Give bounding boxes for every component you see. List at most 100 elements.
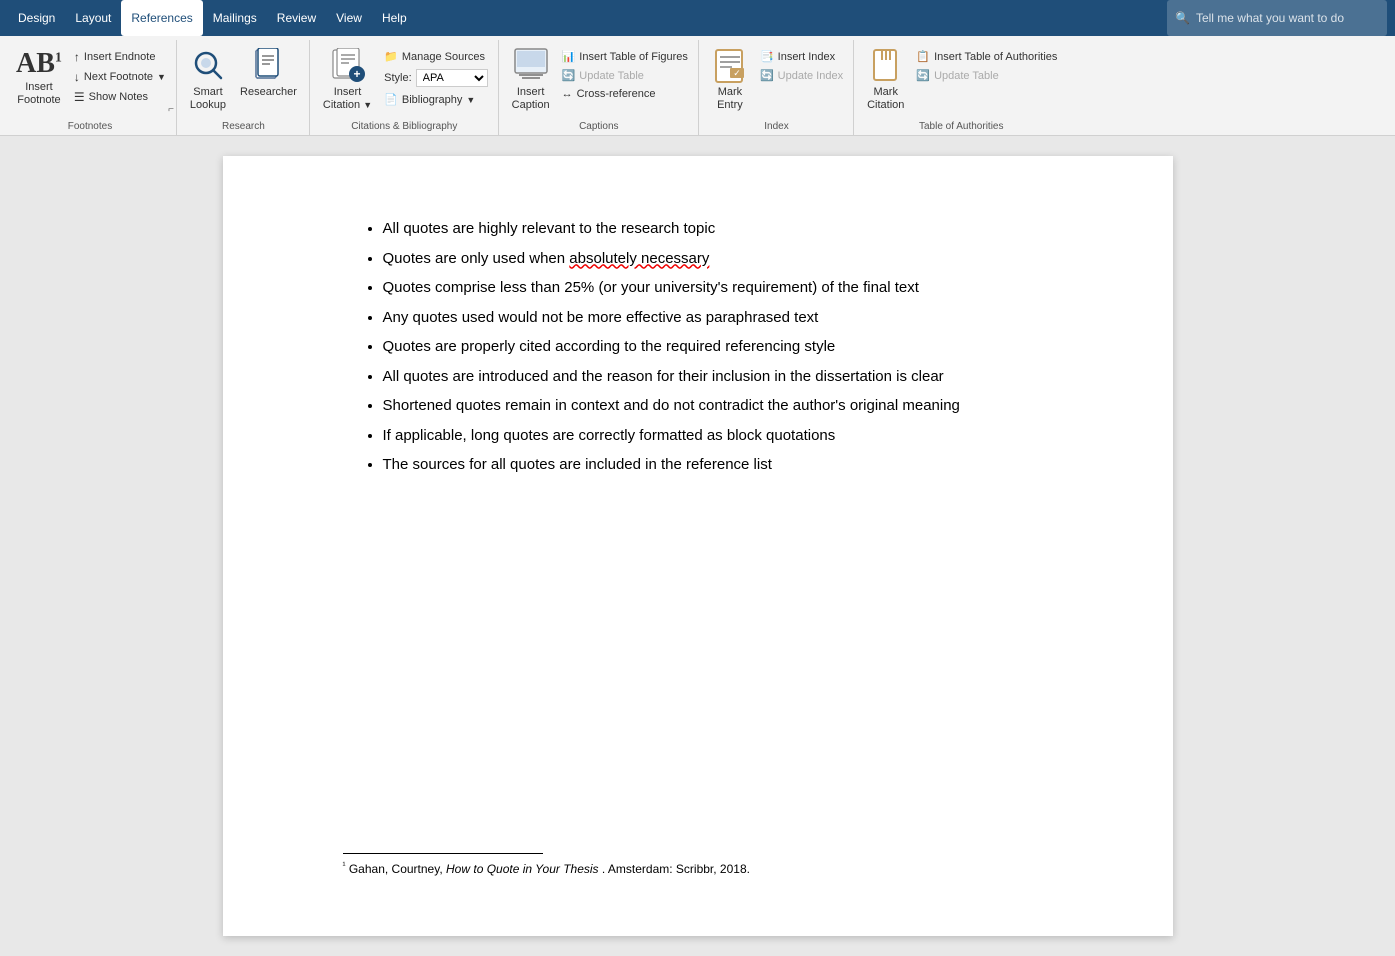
manage-sources-label: Manage Sources — [402, 51, 485, 63]
update-index-icon: 🔄 — [760, 69, 774, 82]
footnote-area: ¹ Gahan, Courtney, How to Quote in Your … — [343, 853, 1093, 876]
insert-endnote-label: Insert Endnote — [84, 51, 156, 63]
footnote-number: ¹ — [343, 860, 346, 870]
footnote-author: Gahan, Courtney, — [349, 862, 446, 876]
update-table-captions-icon: 🔄 — [562, 69, 576, 82]
list-item: Quotes are only used when absolutely nec… — [383, 246, 1093, 272]
research-buttons: SmartLookup Researcher — [184, 42, 303, 119]
next-footnote-button[interactable]: ↓ Next Footnote ▼ — [70, 68, 170, 86]
captions-buttons: InsertCaption 📊 Insert Table of Figures … — [506, 42, 692, 119]
cross-reference-icon: ↔ — [562, 88, 573, 100]
style-selector[interactable]: Style: APA MLA Chicago — [380, 67, 492, 89]
captions-group-label: Captions — [506, 119, 692, 135]
show-notes-icon: ☰ — [74, 90, 85, 104]
manage-sources-icon: 📁 — [384, 50, 398, 63]
menu-review[interactable]: Review — [267, 0, 326, 36]
ribbon-group-research: SmartLookup Researcher Research — [178, 40, 310, 135]
insert-citation-icon: + — [330, 46, 366, 86]
captions-small-col: 📊 Insert Table of Figures 🔄 Update Table… — [558, 42, 692, 102]
bullet-list: All quotes are highly relevant to the re… — [343, 216, 1093, 478]
document-page: All quotes are highly relevant to the re… — [223, 156, 1173, 936]
footnote-text: ¹ Gahan, Courtney, How to Quote in Your … — [343, 860, 1093, 876]
mark-citation-button[interactable]: MarkCitation — [861, 42, 910, 116]
update-table-authorities-label: Update Table — [934, 70, 999, 82]
footnote-small-buttons: ↑ Insert Endnote ↓ Next Footnote ▼ ☰ Sho… — [70, 42, 170, 106]
svg-text:+: + — [353, 67, 360, 81]
show-notes-button[interactable]: ☰ Show Notes — [70, 88, 170, 106]
menu-references[interactable]: References — [121, 0, 202, 36]
manage-sources-button[interactable]: 📁 Manage Sources — [380, 48, 492, 65]
update-index-button: 🔄 Update Index — [756, 67, 847, 84]
smart-lookup-button[interactable]: SmartLookup — [184, 42, 232, 116]
index-group-label: Index — [706, 119, 847, 135]
insert-footnote-button[interactable]: AB1 InsertFootnote — [10, 42, 68, 111]
insert-table-of-figures-button[interactable]: 📊 Insert Table of Figures — [558, 48, 692, 65]
insert-endnote-button[interactable]: ↑ Insert Endnote — [70, 48, 170, 66]
footnote-rest: . Amsterdam: Scribbr, 2018. — [602, 862, 750, 876]
insert-table-of-authorities-button[interactable]: 📋 Insert Table of Authorities — [912, 48, 1061, 65]
list-item: The sources for all quotes are included … — [383, 452, 1093, 478]
mark-entry-label: MarkEntry — [717, 86, 743, 112]
document-area: All quotes are highly relevant to the re… — [0, 136, 1395, 956]
update-index-label: Update Index — [778, 70, 843, 82]
smart-lookup-label: SmartLookup — [190, 86, 226, 112]
update-table-captions-button: 🔄 Update Table — [558, 67, 692, 84]
insert-caption-button[interactable]: InsertCaption — [506, 42, 556, 116]
list-item: Any quotes used would not be more effect… — [383, 305, 1093, 331]
footnotes-expand-button[interactable]: ⌐ — [168, 104, 174, 115]
style-label: Style: — [384, 72, 412, 84]
ribbon: AB1 InsertFootnote ↑ Insert Endnote ↓ Ne… — [0, 36, 1395, 136]
insert-table-of-figures-icon: 📊 — [562, 50, 576, 63]
bibliography-icon: 📄 — [384, 93, 398, 106]
search-bar[interactable]: 🔍 Tell me what you want to do — [1167, 0, 1387, 36]
menu-bar: Design Layout References Mailings Review… — [0, 0, 1395, 36]
authorities-buttons: MarkCitation 📋 Insert Table of Authoriti… — [861, 42, 1061, 119]
ribbon-group-footnotes: AB1 InsertFootnote ↑ Insert Endnote ↓ Ne… — [4, 40, 177, 135]
insert-table-of-figures-label: Insert Table of Figures — [579, 51, 688, 63]
search-icon: 🔍 — [1175, 11, 1190, 25]
insert-footnote-label: InsertFootnote — [17, 81, 60, 107]
insert-index-button[interactable]: 📑 Insert Index — [756, 48, 847, 65]
update-table-authorities-icon: 🔄 — [916, 69, 930, 82]
show-notes-label: Show Notes — [89, 91, 148, 103]
mark-entry-icon: ✓ — [712, 46, 748, 86]
update-table-authorities-button: 🔄 Update Table — [912, 67, 1061, 84]
list-item: If applicable, long quotes are correctly… — [383, 423, 1093, 449]
authorities-small-col: 📋 Insert Table of Authorities 🔄 Update T… — [912, 42, 1061, 84]
mark-entry-button[interactable]: ✓ MarkEntry — [706, 42, 754, 116]
bibliography-button[interactable]: 📄 Bibliography ▼ — [380, 91, 492, 108]
menu-layout[interactable]: Layout — [65, 0, 121, 36]
footnotes-group-label: Footnotes — [10, 119, 170, 135]
insert-citation-label: InsertCitation ▼ — [323, 86, 372, 112]
menu-view[interactable]: View — [326, 0, 372, 36]
underline-text: absolutely necessary — [569, 250, 709, 267]
insert-index-icon: 📑 — [760, 50, 774, 63]
researcher-icon — [250, 46, 286, 86]
footnote-title: How to Quote in Your Thesis — [446, 862, 599, 876]
ribbon-group-index: ✓ MarkEntry 📑 Insert Index 🔄 Update Inde… — [700, 40, 854, 135]
menu-design[interactable]: Design — [8, 0, 65, 36]
next-footnote-dropdown-icon: ▼ — [157, 72, 166, 82]
citations-group-label: Citations & Bibliography — [317, 119, 492, 135]
mark-citation-label: MarkCitation — [867, 86, 904, 112]
insert-citation-button[interactable]: + InsertCitation ▼ — [317, 42, 378, 116]
style-select[interactable]: APA MLA Chicago — [416, 69, 488, 87]
researcher-button[interactable]: Researcher — [234, 42, 303, 103]
bibliography-label: Bibliography — [402, 94, 463, 106]
next-footnote-icon: ↓ — [74, 70, 80, 84]
menu-help[interactable]: Help — [372, 0, 417, 36]
list-item: All quotes are introduced and the reason… — [383, 364, 1093, 390]
footnotes-buttons: AB1 InsertFootnote ↑ Insert Endnote ↓ Ne… — [10, 42, 170, 119]
index-small-col: 📑 Insert Index 🔄 Update Index — [756, 42, 847, 84]
list-item: Shortened quotes remain in context and d… — [383, 393, 1093, 419]
researcher-label: Researcher — [240, 86, 297, 99]
cross-reference-button[interactable]: ↔ Cross-reference — [558, 86, 692, 102]
ribbon-group-citations: + InsertCitation ▼ 📁 Manage Sources Styl… — [311, 40, 499, 135]
footnote-separator — [343, 853, 543, 854]
smart-lookup-icon — [190, 46, 226, 86]
insert-caption-icon — [513, 46, 549, 86]
authorities-group-label: Table of Authorities — [861, 119, 1061, 135]
cross-reference-label: Cross-reference — [577, 88, 656, 100]
insert-caption-label: InsertCaption — [512, 86, 550, 112]
menu-mailings[interactable]: Mailings — [203, 0, 267, 36]
